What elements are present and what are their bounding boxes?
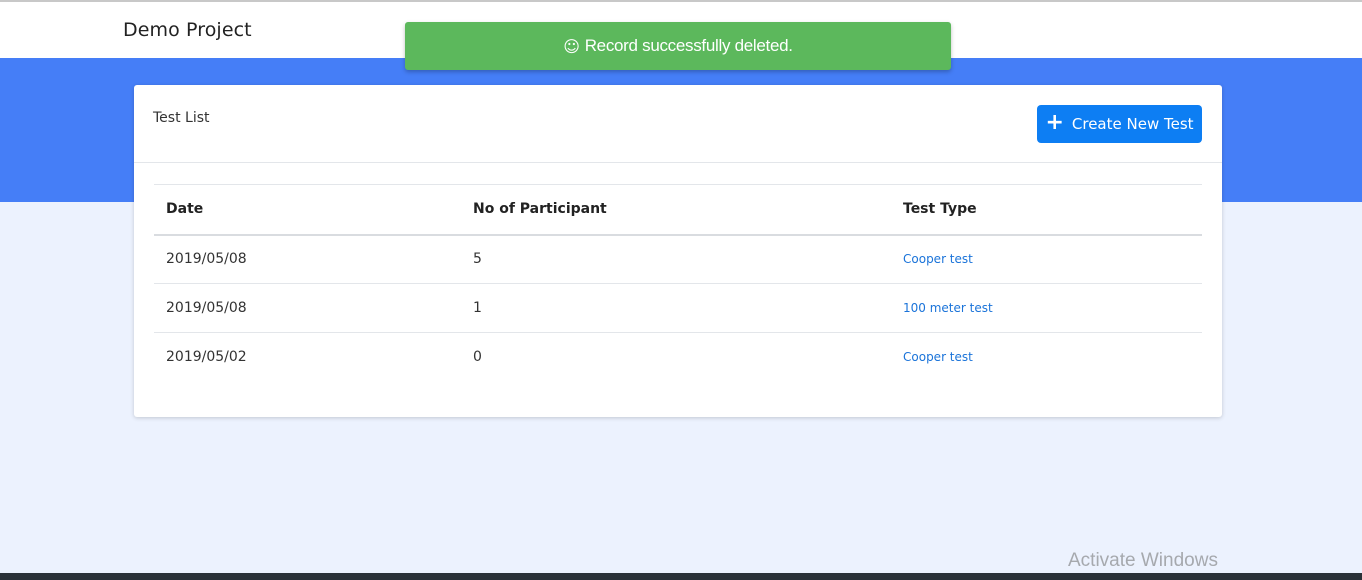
cell-participants: 5 [461,234,891,284]
test-list-card: Test List + Create New Test Date No of P… [134,85,1222,417]
test-type-link[interactable]: Cooper test [903,252,973,266]
test-type-link[interactable]: 100 meter test [903,301,993,315]
table-row: 2019/05/02 0 Cooper test [154,333,1202,382]
table-row: 2019/05/08 5 Cooper test [154,234,1202,284]
cell-test-type: 100 meter test [891,283,1202,333]
table-row: 2019/05/08 1 100 meter test [154,283,1202,333]
column-header-date: Date [154,184,461,236]
toast-message: Record successfully deleted. [584,36,793,55]
cell-participants: 1 [461,283,891,333]
cell-date: 2019/05/08 [154,234,461,284]
test-table: Date No of Participant Test Type 2019/05… [154,184,1202,382]
test-type-link[interactable]: Cooper test [903,350,973,364]
taskbar-strip [0,573,1362,580]
column-header-participants: No of Participant [461,184,891,236]
card-title: Test List [153,110,210,126]
cell-date: 2019/05/02 [166,349,247,366]
toast-notification: ☺ Record successfully deleted. [405,22,951,70]
create-new-test-button[interactable]: + Create New Test [1037,105,1202,143]
table-header-row: Date No of Participant Test Type [154,184,1202,236]
card-header: Test List + Create New Test [134,85,1222,163]
plus-icon: + [1045,110,1064,135]
brand-title[interactable]: Demo Project [123,19,252,41]
cell-test-type: Cooper test [891,234,1202,284]
cell-date: 2019/05/08 [154,283,461,333]
cell-participants: 0 [473,349,482,366]
column-header-test-type: Test Type [891,184,1202,236]
activate-windows-watermark: Activate Windows [1068,550,1218,571]
smile-icon: ☺ [563,36,580,56]
create-button-label: Create New Test [1071,115,1194,133]
cell-test-type: Cooper test [891,333,1202,382]
